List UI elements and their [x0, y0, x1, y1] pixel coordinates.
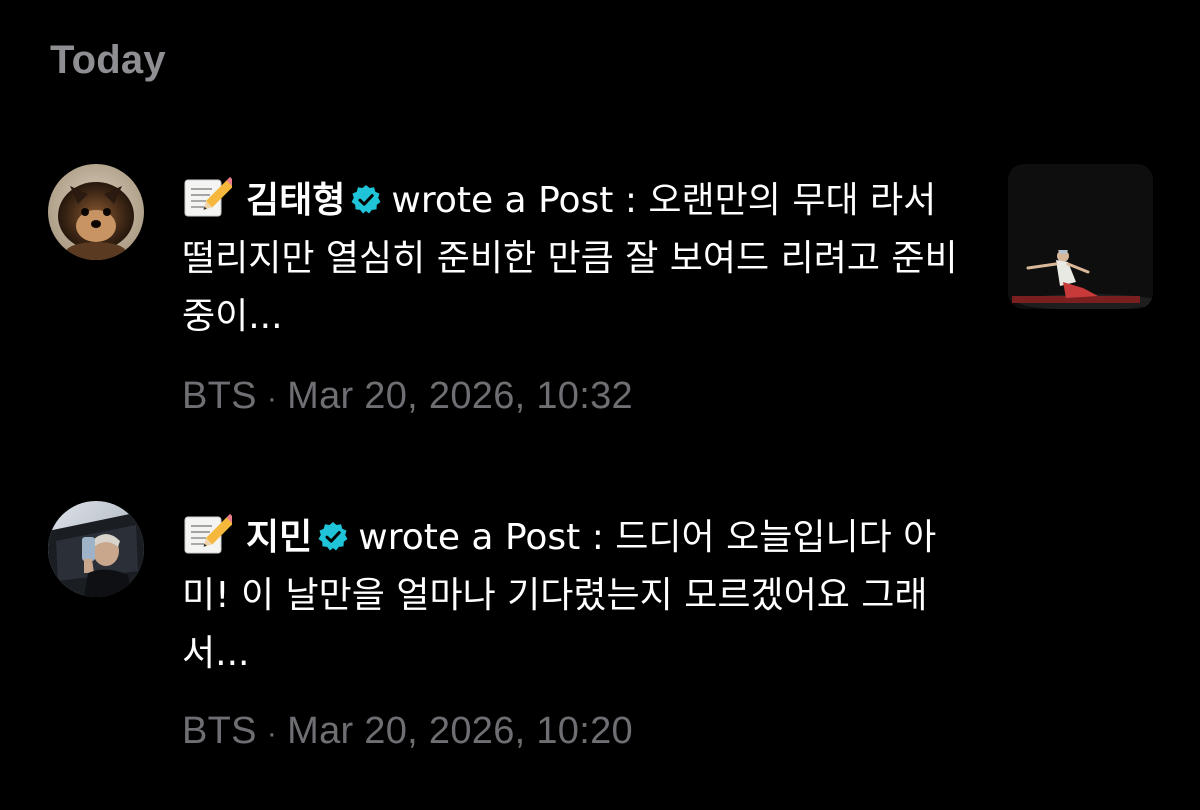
notification-meta: BTS · Mar 20, 2026, 10:32: [182, 375, 633, 418]
memo-icon: [182, 176, 232, 218]
avatar[interactable]: [48, 501, 144, 597]
notification-meta: BTS · Mar 20, 2026, 10:20: [182, 710, 633, 753]
timestamp: Mar 20, 2026, 10:32: [287, 375, 633, 417]
notifications-page: Today 김태형 wrote a Post: 오랜만의 무대 라서 떨리지만…: [0, 0, 1200, 810]
action-text: wrote a Post :: [391, 180, 649, 221]
section-header-today: Today: [50, 38, 166, 82]
notification-message[interactable]: 지민 wrote a Post : 드디어 오늘입니다 아미! 이 날만을 얼마…: [182, 509, 972, 683]
notification-item[interactable]: 김태형 wrote a Post : 오랜만의 무대 라서 떨리지만 열심히 준…: [0, 160, 1200, 430]
post-thumbnail[interactable]: [1008, 164, 1153, 309]
separator-dot: ·: [266, 382, 278, 415]
selfie-person-avatar: [48, 501, 144, 597]
memo-icon: [182, 513, 232, 555]
timestamp: Mar 20, 2026, 10:20: [287, 710, 633, 752]
source-label: BTS: [182, 375, 257, 417]
notification-message[interactable]: 김태형 wrote a Post : 오랜만의 무대 라서 떨리지만 열심히 준…: [182, 172, 972, 346]
separator-dot: ·: [266, 717, 278, 750]
source-label: BTS: [182, 710, 257, 752]
pomeranian-dog-avatar: [48, 164, 144, 260]
action-text: wrote a Post :: [358, 517, 616, 558]
notification-item[interactable]: 지민 wrote a Post : 드디어 오늘입니다 아미! 이 날만을 얼마…: [0, 497, 1200, 767]
author-name[interactable]: 지민: [246, 517, 312, 558]
author-name[interactable]: 김태형: [246, 180, 345, 221]
avatar[interactable]: [48, 164, 144, 260]
verified-badge-icon: [349, 183, 383, 217]
stage-performer-image: [1008, 164, 1153, 309]
verified-badge-icon: [316, 520, 350, 554]
